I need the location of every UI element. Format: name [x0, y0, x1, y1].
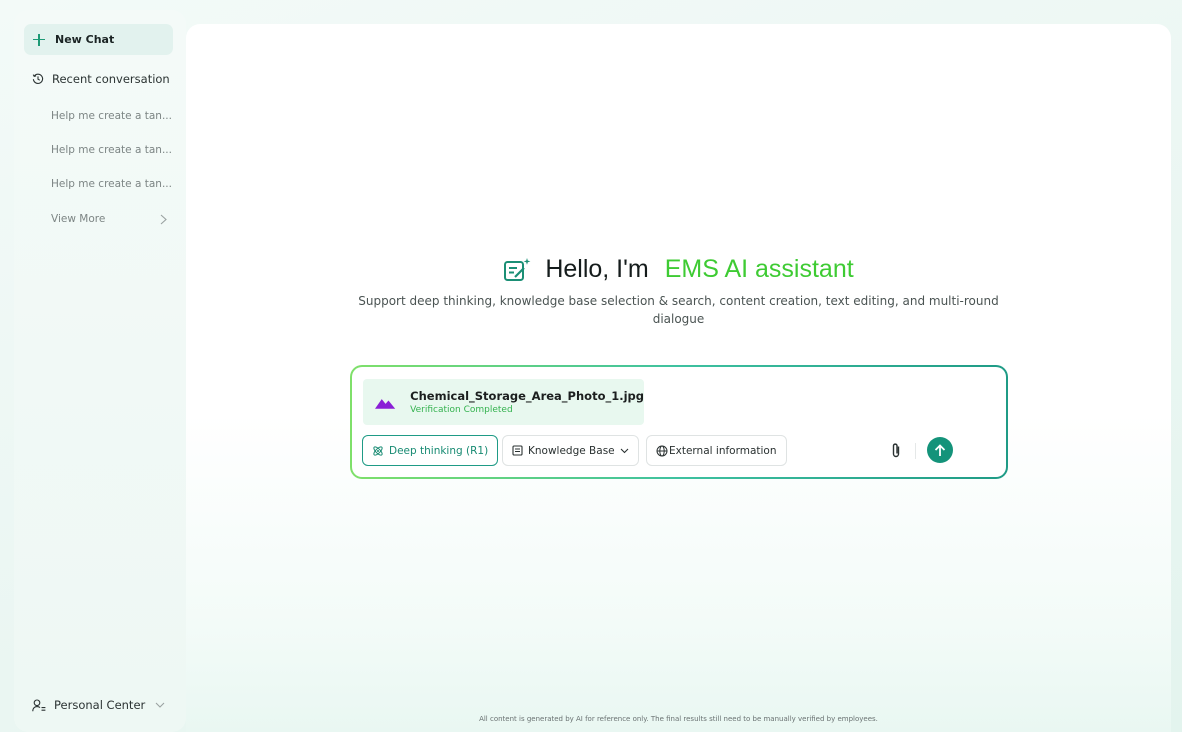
- chevron-down-icon: [155, 702, 165, 708]
- paperclip-icon[interactable]: [890, 442, 902, 459]
- personal-center-label: Personal Center: [54, 698, 146, 712]
- edit-sparkle-icon: [504, 257, 531, 281]
- deep-thinking-toggle[interactable]: Deep thinking (R1): [362, 435, 499, 466]
- ai-disclaimer: All content is generated by AI for refer…: [479, 715, 878, 723]
- knowledge-base-label: Knowledge Base: [528, 444, 615, 457]
- hero-title: Hello, I'm EMS AI assistant: [186, 255, 1171, 284]
- hero-greeting: Hello, I'm: [545, 255, 649, 283]
- new-chat-label: New Chat: [55, 33, 115, 46]
- hero-brand-name: EMS AI assistant: [664, 255, 854, 283]
- attachment-info: Chemical_Storage_Area_Photo_1.jpg Verifi…: [410, 389, 644, 415]
- divider: [915, 443, 916, 459]
- plus-icon: [33, 33, 45, 46]
- main-panel: Hello, I'm EMS AI assistant Support deep…: [186, 24, 1171, 732]
- knowledge-base-dropdown[interactable]: Knowledge Base: [502, 435, 639, 466]
- deep-thinking-label: Deep thinking (R1): [389, 444, 489, 457]
- book-icon: [512, 445, 523, 456]
- personal-center-menu[interactable]: Personal Center: [32, 698, 165, 712]
- attachment-status: Verification Completed: [410, 405, 513, 415]
- send-button[interactable]: [927, 437, 953, 463]
- recent-conversation-header: Recent conversation: [32, 72, 170, 86]
- new-chat-button[interactable]: New Chat: [24, 24, 173, 55]
- chevron-right-icon: [160, 214, 167, 224]
- attachment-file-name: Chemical_Storage_Area_Photo_1.jpg: [410, 389, 644, 403]
- view-more-link[interactable]: View More: [51, 213, 167, 225]
- attachment-card[interactable]: Chemical_Storage_Area_Photo_1.jpg Verifi…: [363, 379, 644, 425]
- history-item[interactable]: Help me create a tan...: [51, 144, 176, 156]
- external-information-toggle[interactable]: External information: [646, 435, 787, 466]
- atom-icon: [373, 445, 383, 456]
- sidebar: New Chat Recent conversation Help me cre…: [14, 10, 186, 732]
- user-settings-icon: [32, 698, 46, 711]
- chevron-down-icon: [620, 448, 629, 453]
- image-file-icon: [375, 399, 396, 409]
- history-icon: [32, 73, 44, 84]
- recent-conversation-label: Recent conversation: [52, 72, 170, 86]
- arrow-up-icon: [934, 443, 946, 456]
- history-item[interactable]: Help me create a tan...: [51, 178, 176, 190]
- chat-composer: Chemical_Storage_Area_Photo_1.jpg Verifi…: [350, 365, 1008, 479]
- history-item[interactable]: Help me create a tan...: [51, 110, 176, 122]
- external-information-label: External information: [669, 444, 777, 457]
- composer-body[interactable]: Chemical_Storage_Area_Photo_1.jpg Verifi…: [352, 367, 1006, 477]
- view-more-label: View More: [51, 213, 106, 225]
- globe-icon: [656, 445, 668, 456]
- hero-subtitle: Support deep thinking, knowledge base se…: [358, 294, 999, 326]
